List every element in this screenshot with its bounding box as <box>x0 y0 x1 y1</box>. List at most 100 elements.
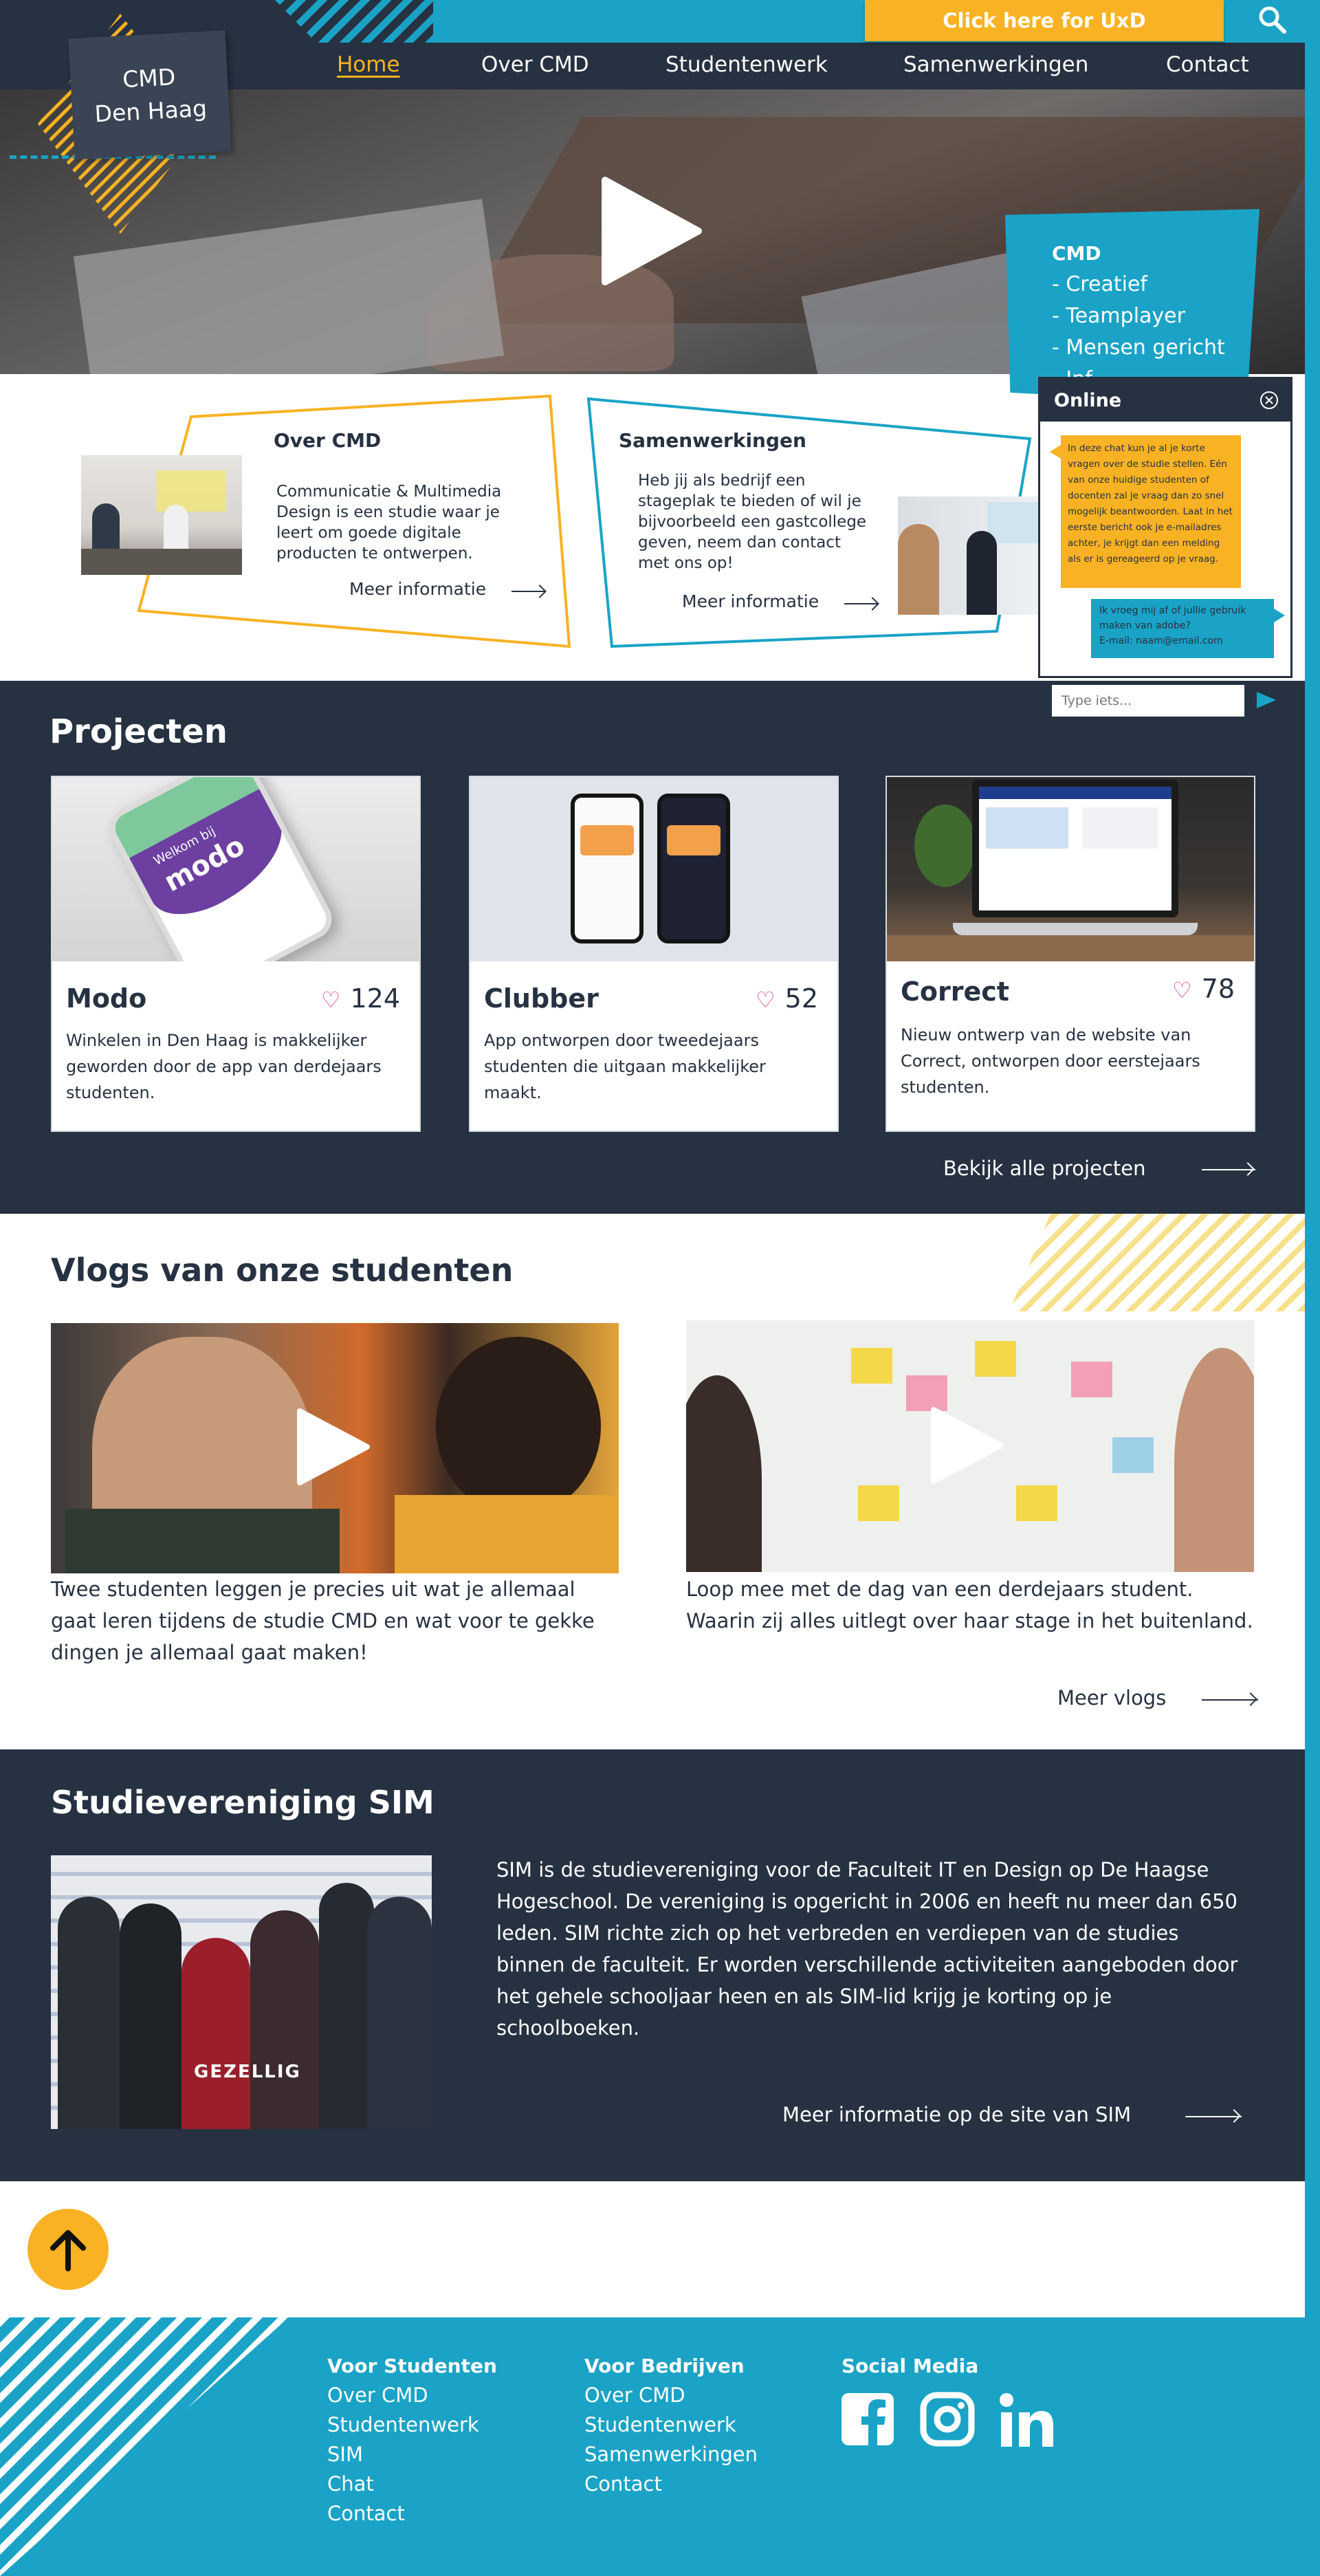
chat-user-message-line1: Ik vroeg mij af of jullie gebruik maken … <box>1099 605 1246 631</box>
projects-title: Projecten <box>50 712 228 751</box>
correct-laptop-base <box>953 923 1198 935</box>
all-projects-link-label: Bekijk alle projecten <box>943 1157 1146 1180</box>
footer-stripes-decoration <box>0 2317 289 2576</box>
vlog2-notes-3 <box>975 1341 1016 1377</box>
vlog-desc-2: Loop mee met de dag van een derdejaars s… <box>686 1578 1253 1633</box>
over-cmd-photo-table <box>81 549 242 575</box>
project-title-clubber: Clubber <box>484 983 599 1014</box>
vlog2-notes-7 <box>1112 1437 1154 1473</box>
footer-students-link-studentenwerk[interactable]: Studentenwerk <box>327 2413 479 2436</box>
project-likes-count-modo: 124 <box>350 983 400 1014</box>
footer-students-link-contact[interactable]: Contact <box>327 2502 405 2525</box>
project-likes-correct[interactable]: ♡ 78 <box>1172 974 1235 1004</box>
sim-photo-caption: GEZELLIG <box>194 2062 301 2082</box>
logo[interactable]: CMD Den Haag <box>68 30 232 160</box>
correct-plant <box>914 805 976 887</box>
project-card-modo[interactable]: Welkom bij modo Modo ♡ 124 Winkelen in De… <box>51 776 421 1132</box>
heart-icon[interactable]: ♡ <box>321 987 341 1013</box>
vlog2-notes-1 <box>851 1348 892 1384</box>
vlog-video-1[interactable] <box>51 1323 619 1573</box>
project-thumb-correct <box>887 777 1254 961</box>
heart-icon[interactable]: ♡ <box>1172 977 1192 1003</box>
nav-home[interactable]: Home <box>337 52 400 77</box>
close-icon[interactable] <box>1259 390 1279 411</box>
play-icon[interactable] <box>600 176 703 286</box>
vlog1-man-shirt <box>65 1509 340 1573</box>
chat-bot-message: In deze chat kun je al je korte vragen o… <box>1061 435 1241 588</box>
sim-link[interactable]: Meer informatie op de site van SIM <box>782 2103 1250 2130</box>
samenwerkingen-link[interactable]: Meer informatie <box>682 591 881 616</box>
chat-title: Online <box>1054 390 1122 411</box>
footer-students-link-chat[interactable]: Chat <box>327 2472 374 2496</box>
more-vlogs-link-label: Meer vlogs <box>1057 1686 1167 1710</box>
clubber-light-card <box>580 825 634 855</box>
page: { "header": { "logo_line1": "CMD", "logo… <box>0 0 1320 2576</box>
facebook-icon[interactable] <box>840 2392 895 2447</box>
nav-samenwerkingen[interactable]: Samenwerkingen <box>903 52 1088 77</box>
right-accent-strip <box>1305 0 1320 2576</box>
sim-photo-person2 <box>120 1903 182 2129</box>
nav-studentenwerk[interactable]: Studentenwerk <box>666 52 828 77</box>
samenwerkingen-photo-screen <box>987 502 1042 543</box>
search-icon[interactable] <box>1257 4 1288 36</box>
samenwerkingen-link-label: Meer informatie <box>682 591 820 611</box>
linkedin-icon[interactable] <box>998 2392 1056 2449</box>
footer-students-link-over-cmd[interactable]: Over CMD <box>327 2383 428 2407</box>
project-likes-count-correct: 78 <box>1201 974 1235 1004</box>
clubber-phone-light <box>571 794 644 943</box>
vlog1-woman <box>436 1337 601 1516</box>
nav-contact[interactable]: Contact <box>1166 52 1249 77</box>
vlog-desc-1: Twee studenten leggen je precies uit wat… <box>51 1578 595 1664</box>
footer-students-title: Voor Studenten <box>327 2355 497 2377</box>
modo-phone: Welkom bij modo <box>102 777 339 961</box>
over-cmd-arrow-icon <box>533 585 547 598</box>
cmd-trait-1: - Creatief <box>1052 272 1147 296</box>
all-projects-link[interactable]: Bekijk alle projecten <box>943 1157 1260 1184</box>
vlog-video-2[interactable] <box>686 1320 1254 1572</box>
heart-icon[interactable]: ♡ <box>756 987 776 1013</box>
samenwerkingen-photo <box>898 496 1042 615</box>
vlog2-person-right <box>1174 1348 1254 1572</box>
chat-user-message-line2: E-mail: naam@email.com <box>1099 635 1223 646</box>
sim-photo-person4 <box>250 1910 319 2129</box>
project-card-clubber[interactable]: Clubber ♡ 52 App ontworpen door tweedejaa… <box>469 776 839 1132</box>
vlog1-woman-shirt <box>395 1495 619 1573</box>
chat-user-message: Ik vroeg mij af of jullie gebruik maken … <box>1091 599 1274 658</box>
footer-students-link-sim[interactable]: SIM <box>327 2443 363 2466</box>
footer-companies-link-samenwerkingen[interactable]: Samenwerkingen <box>584 2443 758 2466</box>
footer-companies-link-studentenwerk[interactable]: Studentenwerk <box>584 2413 736 2436</box>
project-card-correct[interactable]: Correct ♡ 78 Nieuw ontwerp van de website… <box>886 776 1255 1132</box>
project-desc-modo: Winkelen in Den Haag is makkelijker gewo… <box>66 1031 382 1102</box>
project-likes-clubber[interactable]: ♡ 52 <box>756 983 818 1014</box>
more-vlogs-link[interactable]: Meer vlogs <box>1057 1686 1264 1714</box>
samenwerkingen-photo-person <box>967 531 997 615</box>
cmd-traits-title: CMD <box>1052 242 1101 265</box>
instagram-icon[interactable] <box>920 2392 975 2447</box>
chat-header: Online <box>1040 379 1290 422</box>
project-likes-modo[interactable]: ♡ 124 <box>321 983 400 1014</box>
chat-input[interactable] <box>1052 685 1244 717</box>
samenwerkingen-photo-woman <box>898 524 939 615</box>
back-to-top-button[interactable] <box>28 2209 109 2290</box>
project-title-correct: Correct <box>901 976 1009 1007</box>
arrow-up-icon <box>50 2230 86 2271</box>
send-icon[interactable] <box>1255 689 1277 711</box>
chat-bot-message-text: In deze chat kun je al je korte vragen o… <box>1068 443 1233 565</box>
correct-table <box>887 935 1254 961</box>
over-cmd-photo <box>81 455 242 575</box>
footer-companies-title: Voor Bedrijven <box>584 2355 745 2377</box>
uxd-button[interactable]: Click here for UxD <box>865 0 1224 41</box>
footer-social-title: Social Media <box>842 2355 979 2377</box>
nav-over-cmd[interactable]: Over CMD <box>481 52 589 77</box>
over-cmd-link[interactable]: Meer informatie <box>349 579 549 604</box>
clubber-dark-card <box>667 825 720 855</box>
play-icon[interactable] <box>927 1406 1006 1485</box>
footer-companies-link-over-cmd[interactable]: Over CMD <box>584 2383 685 2407</box>
footer-companies-link-contact[interactable]: Contact <box>584 2472 662 2496</box>
cmd-trait-3: - Mensen gericht <box>1052 336 1225 360</box>
play-icon[interactable] <box>293 1407 373 1487</box>
sim-photo-person6 <box>367 1897 432 2129</box>
correct-site-bar <box>979 787 1172 799</box>
correct-site-promo <box>1082 807 1158 849</box>
sim-photo-person1 <box>58 1897 120 2129</box>
